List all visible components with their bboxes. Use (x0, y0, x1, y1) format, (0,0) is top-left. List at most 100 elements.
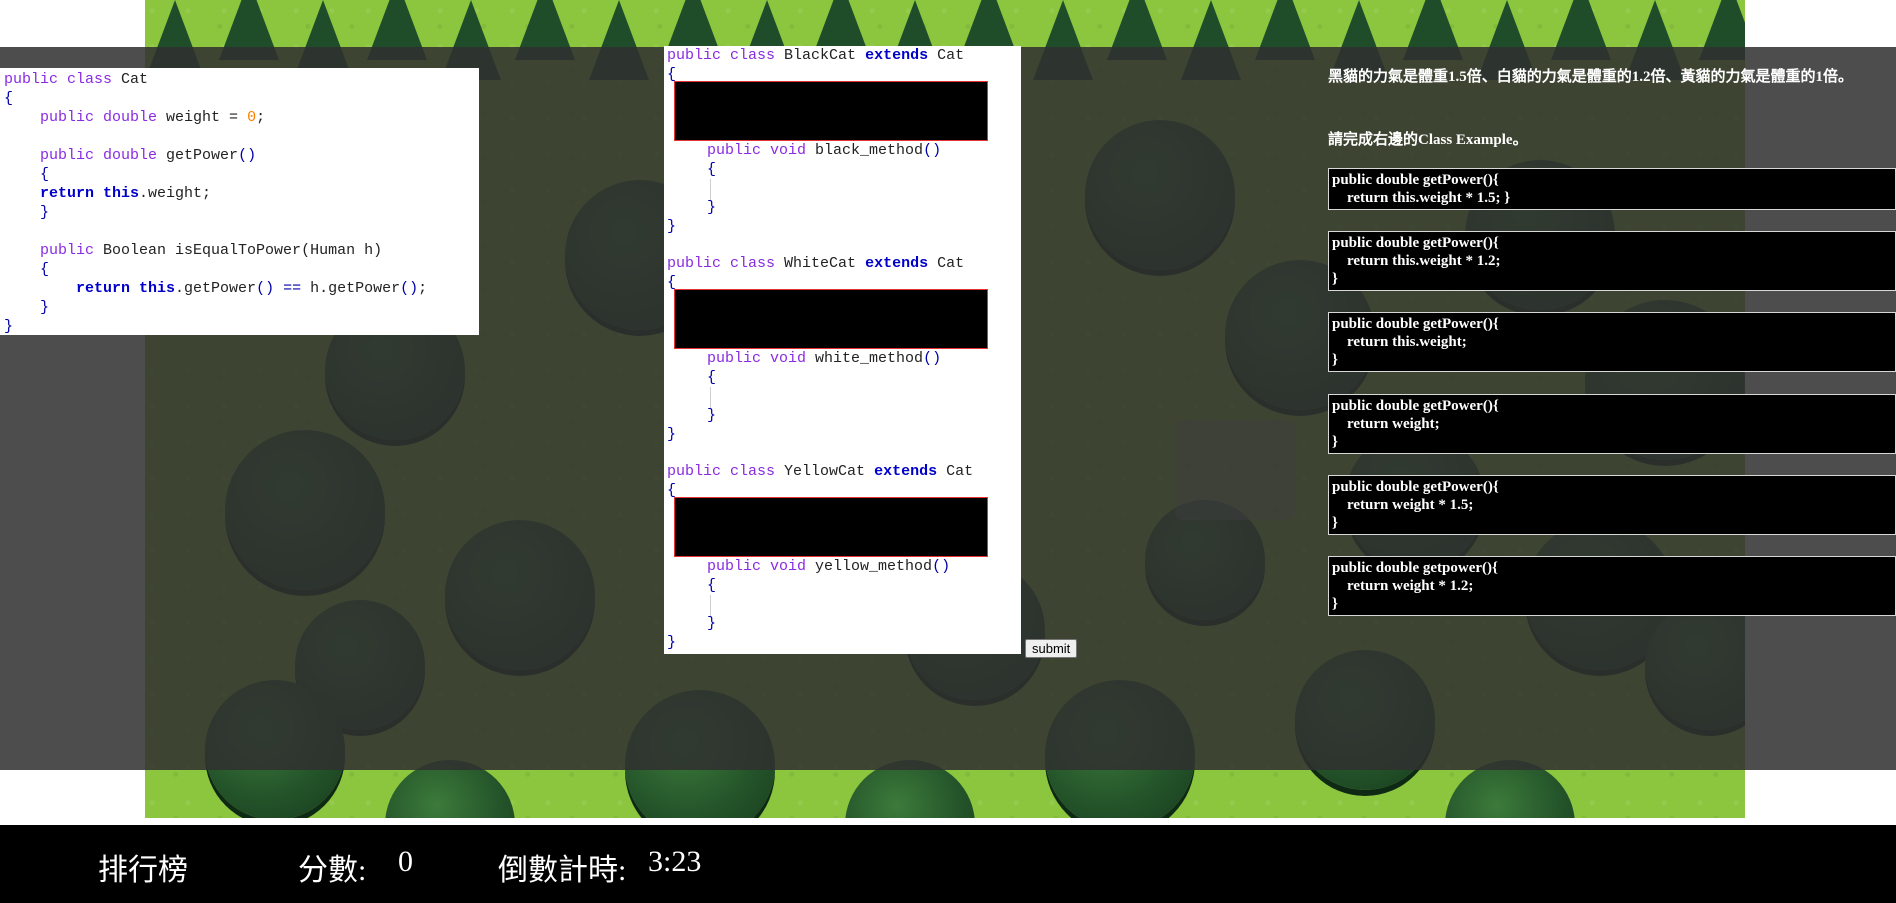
submit-button[interactable]: submit (1025, 639, 1078, 658)
extends-keyword: extends (865, 47, 929, 64)
code-drop-zone[interactable] (674, 81, 988, 141)
parent-class-name: Cat (937, 47, 965, 64)
code-token: public double (40, 109, 167, 126)
leaderboard-link[interactable]: 排行榜 (98, 845, 188, 889)
score-value: 0 (398, 845, 413, 878)
base-class-code-panel: public class Cat{ public double weight =… (0, 68, 479, 335)
code-option-card[interactable]: public double getPower(){ return weight;… (1328, 394, 1896, 454)
option-code-line: } (1332, 271, 1338, 287)
code-token: weight = (166, 109, 248, 126)
class-keyword: public class (667, 463, 785, 480)
close-brace: } (667, 634, 677, 651)
option-code-line: return this.weight * 1.5; } (1332, 190, 1511, 206)
bottom-status-bar: 排行榜 分數: 0 倒數計時: 3:23 (0, 825, 1896, 903)
code-line: { (0, 260, 479, 279)
code-token: return this (40, 185, 140, 202)
code-line: public double weight = 0; (0, 108, 479, 127)
code-token: } (4, 318, 14, 335)
method-open-brace: { (707, 577, 717, 594)
method-header: public void yellow_method() (707, 557, 950, 576)
code-option-card[interactable]: public double getpower(){ return weight … (1328, 556, 1896, 616)
code-drop-zone[interactable] (674, 289, 988, 349)
code-token: return this (76, 280, 176, 297)
method-keyword: public void (707, 558, 816, 575)
option-code-line: } (1332, 515, 1338, 531)
countdown-label: 倒數計時: (498, 854, 627, 887)
method-name: black_method (815, 142, 924, 159)
option-code-line: return this.weight; (1332, 334, 1467, 350)
task-text: 請完成右邊的Class Example。 (1328, 132, 1528, 148)
option-code-line: public double getPower(){ (1332, 479, 1499, 495)
option-code-line: return weight * 1.2; (1332, 578, 1474, 594)
method-open-brace: { (707, 161, 717, 178)
method-open-brace: { (707, 369, 717, 386)
code-option-card[interactable]: public double getPower(){ return this.we… (1328, 168, 1896, 210)
code-token: { (4, 90, 14, 107)
option-code-line: public double getPower(){ (1332, 316, 1499, 332)
code-line: return this.weight; (0, 184, 479, 203)
code-token: h.getPower (301, 280, 401, 297)
code-token: Boolean isEqualToPower(Human h) (103, 242, 383, 259)
code-token: { (40, 166, 50, 183)
code-token: public (40, 242, 104, 259)
method-name: yellow_method (815, 558, 933, 575)
option-code-line: } (1332, 596, 1338, 612)
method-name: white_method (815, 350, 924, 367)
code-token: == (283, 280, 302, 297)
code-line: } (0, 203, 479, 222)
code-line: public class Cat (0, 70, 479, 89)
code-line: return this.getPower() == h.getPower(); (0, 279, 479, 298)
code-token: 0 (247, 109, 257, 126)
method-parens: () (923, 350, 942, 367)
code-token: public double (40, 147, 167, 164)
code-option-card[interactable]: public double getPower(){ return this.we… (1328, 231, 1896, 291)
option-code-line: public double getPower(){ (1332, 398, 1499, 414)
method-parens: () (932, 558, 951, 575)
code-token: Cat (121, 71, 149, 88)
code-token: ; (256, 109, 266, 126)
score-label: 分數: (298, 854, 367, 887)
code-token: { (40, 261, 50, 278)
extends-keyword: extends (874, 463, 938, 480)
class-keyword: public class (667, 255, 785, 272)
method-header: public void black_method() (707, 141, 941, 160)
code-token: .weight; (139, 185, 212, 202)
close-brace: } (667, 218, 677, 235)
code-token: () (256, 280, 275, 297)
code-token: } (40, 204, 50, 221)
method-close-brace: } (707, 407, 717, 424)
method-keyword: public void (707, 142, 816, 159)
code-line: public Boolean isEqualToPower(Human h) (0, 241, 479, 260)
subclass-header: public class YellowCat extends Cat (667, 462, 973, 481)
code-token: .getPower (175, 280, 257, 297)
class-name: BlackCat (784, 47, 857, 64)
option-code-line: } (1332, 352, 1338, 368)
method-close-brace: } (707, 199, 717, 216)
class-keyword: public class (667, 47, 785, 64)
option-code-line: public double getPower(){ (1332, 235, 1499, 251)
code-token: getPower (166, 147, 239, 164)
code-option-card[interactable]: public double getPower(){ return this.we… (1328, 312, 1896, 372)
code-line: { (0, 89, 479, 108)
code-drop-zone[interactable] (674, 497, 988, 557)
method-keyword: public void (707, 350, 816, 367)
class-name: YellowCat (784, 463, 866, 480)
subclass-header: public class BlackCat extends Cat (667, 46, 964, 65)
subclass-code-panel: public class BlackCat extends Cat{public… (664, 46, 1021, 654)
code-option-card[interactable]: public double getPower(){ return weight … (1328, 475, 1896, 535)
close-brace: } (667, 426, 677, 443)
option-code-line: return weight; (1332, 416, 1440, 432)
subclass-header: public class WhiteCat extends Cat (667, 254, 964, 273)
code-line: public double getPower() (0, 146, 479, 165)
option-code-line: public double getPower(){ (1332, 172, 1499, 188)
method-close-brace: } (707, 615, 717, 632)
